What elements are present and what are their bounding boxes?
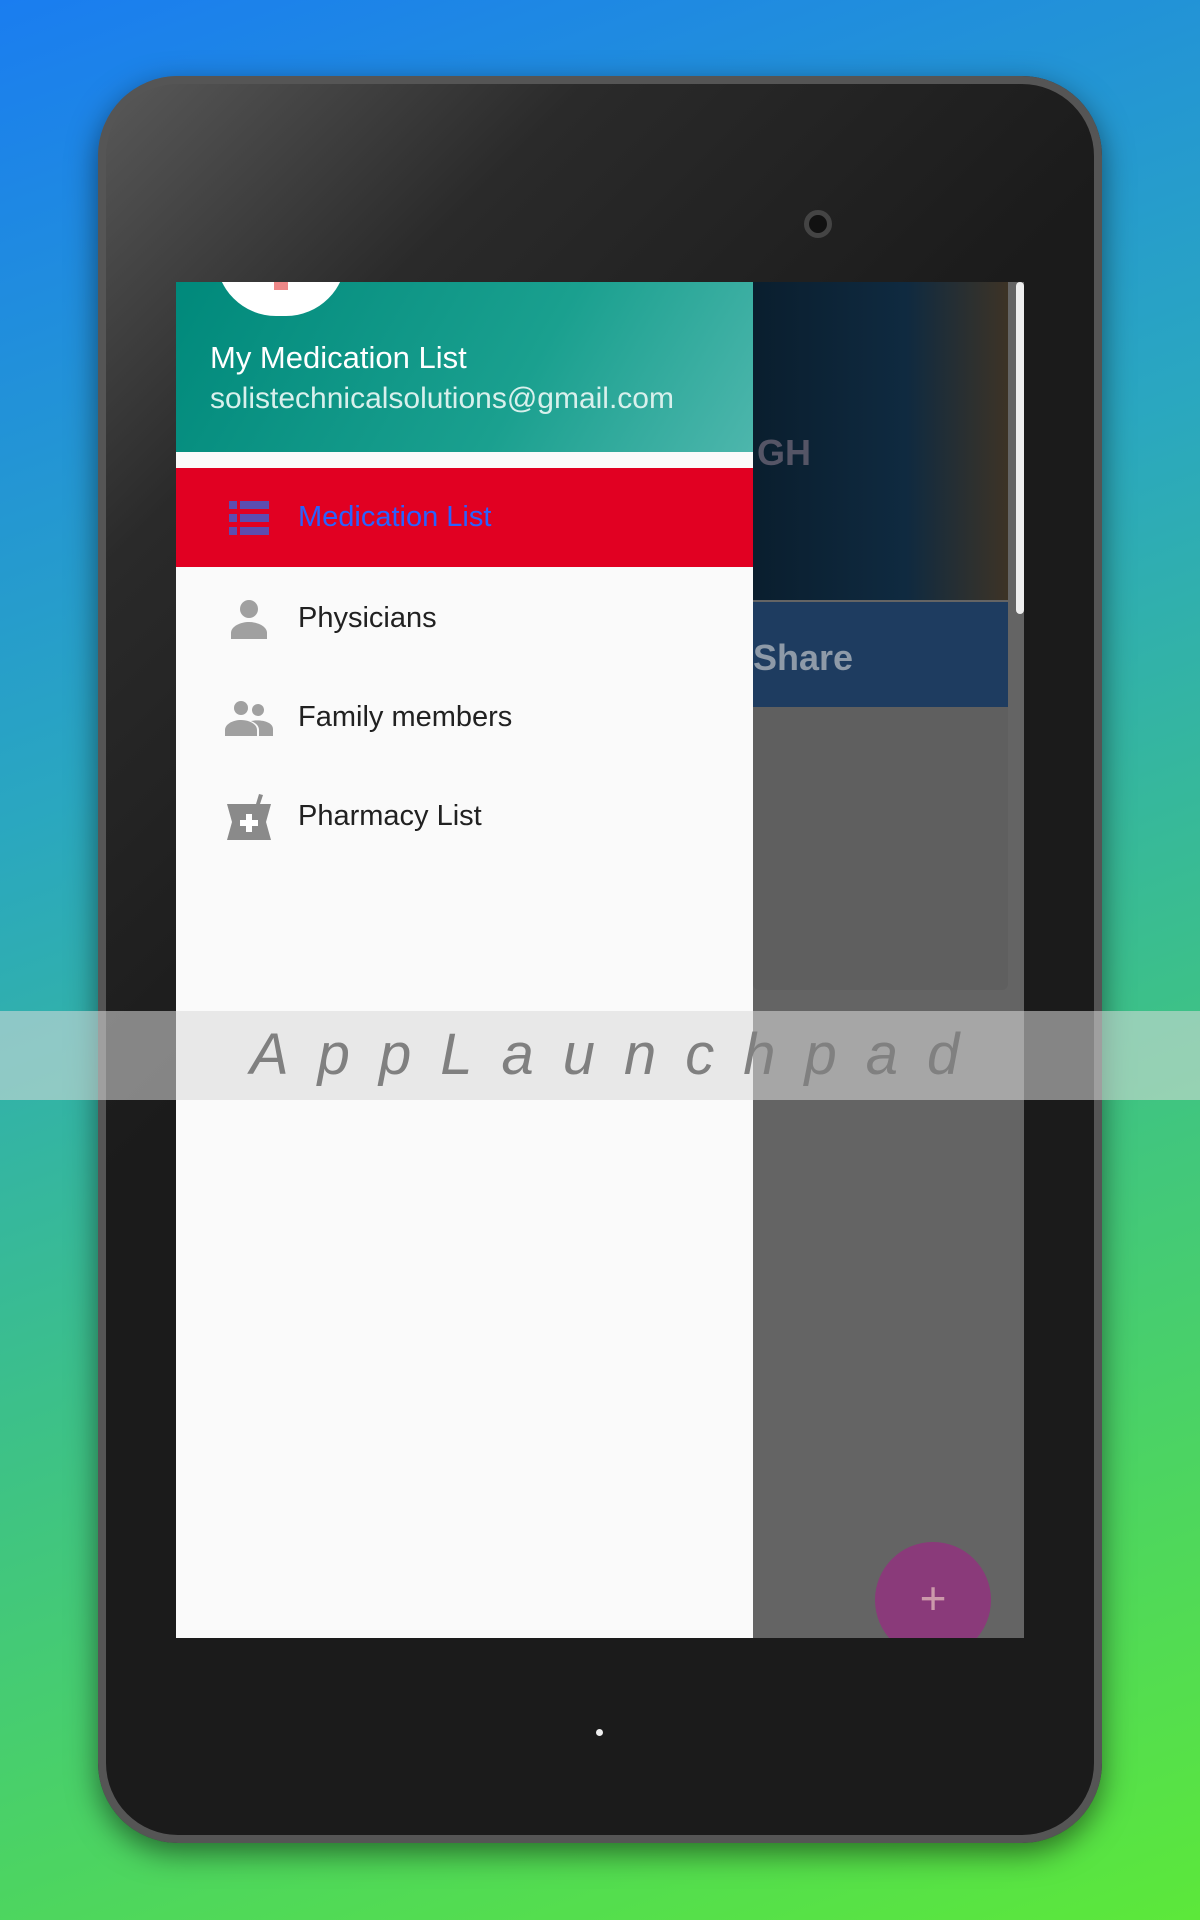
header-email: solistechnicalsolutions@gmail.com <box>210 382 674 415</box>
home-indicator <box>596 1729 603 1736</box>
share-button[interactable]: Share <box>753 602 1008 707</box>
scrollbar[interactable] <box>1016 282 1024 614</box>
drawer-header: My Medication List solistechnicalsolutio… <box>176 282 753 452</box>
navigation-drawer: My Medication List solistechnicalsolutio… <box>176 282 753 1638</box>
menu-label: Physicians <box>298 602 437 634</box>
avatar <box>216 282 346 316</box>
medication-card: Share <box>753 602 1008 990</box>
watermark-banner: AppLaunchpad <box>0 1011 1200 1100</box>
menu-label: Pharmacy List <box>298 800 482 832</box>
share-label: Share <box>753 637 854 678</box>
menu-item-physicians[interactable]: Physicians <box>176 569 753 668</box>
menu-label: Medication List <box>298 501 492 533</box>
pharmacy-icon <box>224 793 274 840</box>
camera-icon <box>804 210 832 238</box>
header-title: My Medication List <box>210 340 467 375</box>
menu-item-pharmacy-list[interactable]: Pharmacy List <box>176 767 753 866</box>
person-icon <box>224 599 274 639</box>
add-button[interactable]: + <box>875 1542 991 1638</box>
app-screen: GH Share + My Medication List solistechn… <box>176 282 1024 1638</box>
watermark-text: AppLaunchpad <box>250 1022 989 1087</box>
menu-label: Family members <box>298 701 513 733</box>
people-icon <box>224 700 274 736</box>
menu-item-family-members[interactable]: Family members <box>176 668 753 767</box>
image-text: GH <box>757 432 811 473</box>
menu-item-medication-list[interactable]: Medication List <box>176 468 753 567</box>
list-icon <box>224 500 274 535</box>
medication-image: GH <box>753 282 1008 600</box>
